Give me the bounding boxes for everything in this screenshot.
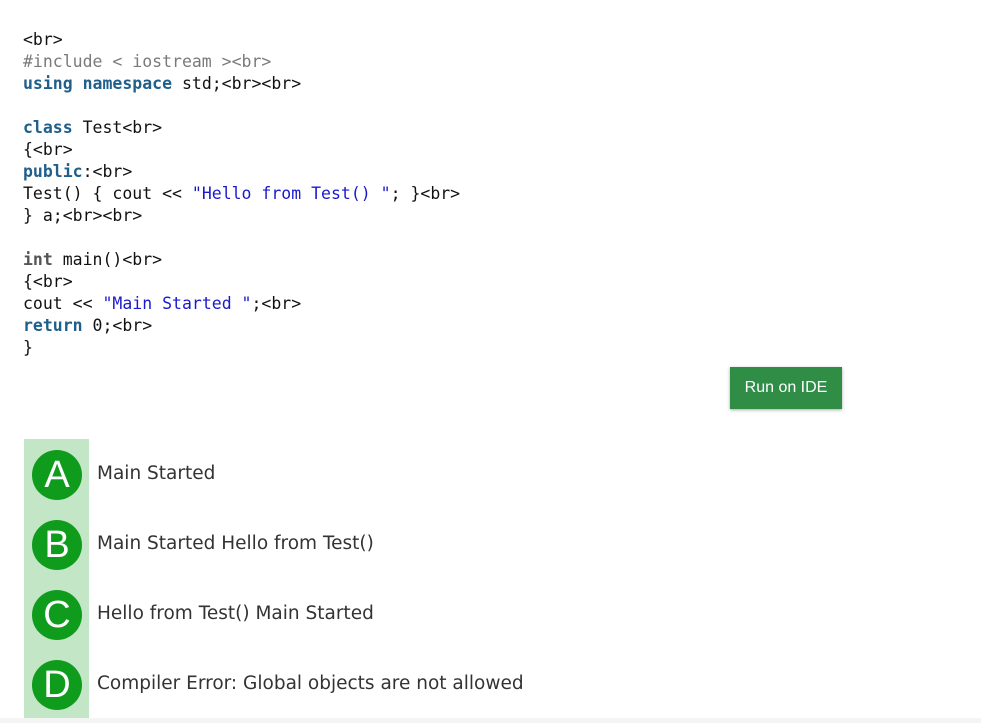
code-token: } a;<br><br> <box>23 206 143 225</box>
code-line: {<br> <box>23 271 460 293</box>
option-a[interactable]: A Main Started <box>24 439 724 509</box>
code-line: #include < iostream ><br> <box>23 51 460 73</box>
code-token: :<br> <box>82 162 133 181</box>
code-block: <br> #include < iostream ><br> using names… <box>23 29 460 359</box>
run-on-ide-button[interactable]: Run on IDE <box>730 367 842 409</box>
code-token: main()<br> <box>52 250 163 269</box>
code-line: class Test<br> <box>23 117 460 139</box>
option-d-text: Compiler Error: Global objects are not a… <box>97 673 524 694</box>
code-line: public:<br> <box>23 161 460 183</box>
option-c[interactable]: C Hello from Test() Main Started <box>24 579 724 649</box>
code-line: return 0;<br> <box>23 315 460 337</box>
option-d[interactable]: D Compiler Error: Global objects are not… <box>24 649 724 719</box>
code-token: #include < iostream ><br> <box>23 52 272 71</box>
code-token: <br> <box>23 30 63 49</box>
code-token: ; }<br> <box>390 184 461 203</box>
code-token: {<br> <box>23 272 73 291</box>
code-line: int main()<br> <box>23 249 460 271</box>
code-line: {<br> <box>23 139 460 161</box>
code-token: Test<br> <box>72 118 163 137</box>
code-token: {<br> <box>23 140 73 159</box>
code-token: Test() { cout << <box>23 184 192 203</box>
code-token: ;<br> <box>251 294 302 313</box>
code-token: "Main Started " <box>102 294 252 313</box>
option-c-text: Hello from Test() Main Started <box>97 603 374 624</box>
code-token: namespace <box>82 74 173 93</box>
code-token: class <box>23 118 73 137</box>
code-line: <br> <box>23 29 460 51</box>
code-token: cout << <box>23 294 103 313</box>
code-token: int <box>23 250 53 269</box>
code-line: cout << "Main Started ";<br> <box>23 293 460 315</box>
option-a-text: Main Started <box>97 463 216 484</box>
code-line: Test() { cout << "Hello from Test() "; }… <box>23 183 460 205</box>
code-line: } <box>23 337 460 359</box>
option-d-badge: D <box>32 660 82 710</box>
code-line: using namespace std;<br><br> <box>23 73 460 95</box>
page-bottom-divider <box>0 718 981 723</box>
code-token: using <box>23 74 73 93</box>
option-b-text: Main Started Hello from Test() <box>97 533 374 554</box>
code-token: return <box>23 316 83 335</box>
option-a-badge: A <box>32 450 82 500</box>
code-token: std;<br><br> <box>172 74 302 93</box>
code-token: } <box>23 338 33 357</box>
option-b[interactable]: B Main Started Hello from Test() <box>24 509 724 579</box>
option-b-badge: B <box>32 520 82 570</box>
option-c-badge: C <box>32 590 82 640</box>
code-token: 0;<br> <box>82 316 153 335</box>
code-line: } a;<br><br> <box>23 205 460 227</box>
code-token: "Hello from Test() " <box>191 184 391 203</box>
code-token: public <box>23 162 83 181</box>
